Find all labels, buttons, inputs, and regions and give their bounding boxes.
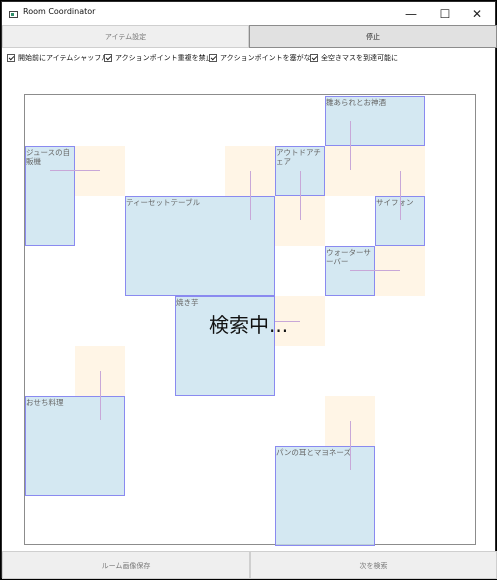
item-osechi[interactable]: おせち料理: [25, 396, 125, 496]
reachable-checkbox[interactable]: [310, 54, 318, 62]
item-label: 焼き芋: [176, 298, 199, 307]
item-label: おせち料理: [26, 398, 64, 407]
no-overlap-label: アクションポイント重複を禁止: [115, 54, 213, 62]
item-juice-vending-machine[interactable]: ジュースの自販機: [25, 146, 75, 246]
action-line: [350, 270, 400, 271]
item-hina-arare[interactable]: 雛あられとお神酒: [325, 96, 425, 146]
action-line: [350, 121, 351, 170]
minimize-button[interactable]: —: [394, 2, 428, 26]
no-overlap-checkbox[interactable]: [104, 54, 112, 62]
close-button[interactable]: ✕: [460, 2, 494, 26]
item-label: パンの耳とマヨネーズ: [276, 448, 351, 457]
item-pan-no-mimi[interactable]: パンの耳とマヨネーズ: [275, 446, 375, 546]
action-line: [250, 171, 251, 220]
action-zone: [375, 246, 425, 296]
item-water-server[interactable]: ウォーターサーバー: [325, 246, 375, 296]
item-label: ウォーターサーバー: [326, 248, 371, 266]
searching-status: 検索中...: [209, 313, 289, 337]
no-block-label: アクションポイントを塞がない: [220, 54, 318, 62]
item-label: ジュースの自販機: [26, 148, 71, 166]
shuffle-label: 開始前にアイテムシャッフル: [18, 54, 109, 62]
reachable-label: 全空きマスを到達可能に: [321, 54, 398, 62]
maximize-button[interactable]: ☐: [428, 2, 462, 26]
item-label: 雛あられとお神酒: [326, 98, 386, 107]
item-label: ティーセットテーブル: [126, 198, 201, 207]
app-window: Room Coordinator — ☐ ✕ アイテム設定 停止 開始前にアイテ…: [1, 1, 497, 579]
action-line: [400, 171, 401, 220]
search-next-button[interactable]: 次を検索: [250, 551, 497, 579]
action-line: [100, 371, 101, 420]
item-tea-set-table[interactable]: ティーセットテーブル: [125, 196, 275, 296]
window-title: Room Coordinator: [23, 7, 96, 16]
title-bar: Room Coordinator — ☐ ✕: [2, 2, 495, 26]
no-block-checkbox[interactable]: [209, 54, 217, 62]
stop-button[interactable]: 停止: [249, 25, 497, 48]
action-line: [50, 170, 100, 171]
footer-bar: ルーム画像保存 次を検索: [2, 551, 497, 579]
action-zone: [325, 146, 425, 196]
shuffle-checkbox[interactable]: [7, 54, 15, 62]
item-settings-button[interactable]: アイテム設定: [2, 25, 249, 48]
action-zone: [75, 146, 125, 196]
action-line: [350, 421, 351, 470]
item-label: アウトドアチェア: [276, 148, 321, 166]
app-icon: [9, 11, 18, 18]
tab-bar: アイテム設定 停止: [2, 25, 497, 48]
save-room-image-button[interactable]: ルーム画像保存: [2, 551, 250, 579]
action-line: [300, 171, 301, 220]
